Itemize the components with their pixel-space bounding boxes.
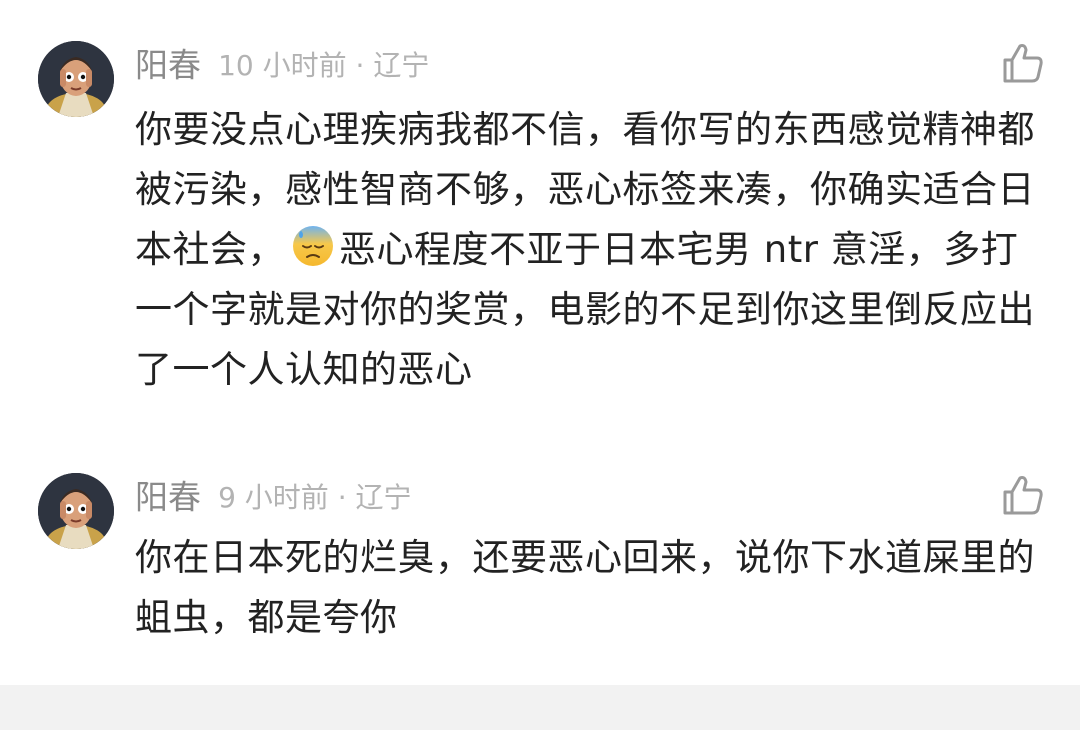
username[interactable]: 阳春 — [135, 478, 201, 517]
avatar-image — [38, 41, 114, 117]
comment-list: 阳春 10 小时前 · 辽宁 你要没点心理疾病我都不信，看你写的东西感觉精神都被… — [0, 0, 1080, 730]
username[interactable]: 阳春 — [135, 46, 201, 85]
comment-text: 你要没点心理疾病我都不信，看你写的东西感觉精神都被污染，感性智商不够，恶心标签来… — [135, 100, 1040, 400]
like-button[interactable] — [1000, 472, 1046, 518]
thumbs-up-icon — [1003, 476, 1043, 515]
footer-divider — [0, 685, 1080, 730]
avatar[interactable] — [38, 41, 114, 117]
comment-item: 阳春 10 小时前 · 辽宁 你要没点心理疾病我都不信，看你写的东西感觉精神都被… — [0, 0, 1080, 420]
comment-item: 阳春 9 小时前 · 辽宁 你在日本死的烂臭，还要恶心回来，说你下水道屎里的蛆虫… — [0, 430, 1080, 685]
thumbs-up-icon — [1003, 44, 1043, 83]
like-button[interactable] — [1000, 40, 1046, 86]
comment-text: 你在日本死的烂臭，还要恶心回来，说你下水道屎里的蛆虫，都是夸你 — [135, 536, 1035, 639]
avatar[interactable] — [38, 473, 114, 549]
timestamp-location: 10 小时前 · 辽宁 — [218, 48, 430, 82]
comment-meta: 阳春 10 小时前 · 辽宁 — [135, 40, 429, 90]
timestamp-location: 9 小时前 · 辽宁 — [218, 480, 412, 514]
comment-meta: 阳春 9 小时前 · 辽宁 — [135, 472, 412, 522]
avatar-image — [38, 473, 114, 549]
downcast-face-with-sweat-icon — [293, 226, 333, 266]
